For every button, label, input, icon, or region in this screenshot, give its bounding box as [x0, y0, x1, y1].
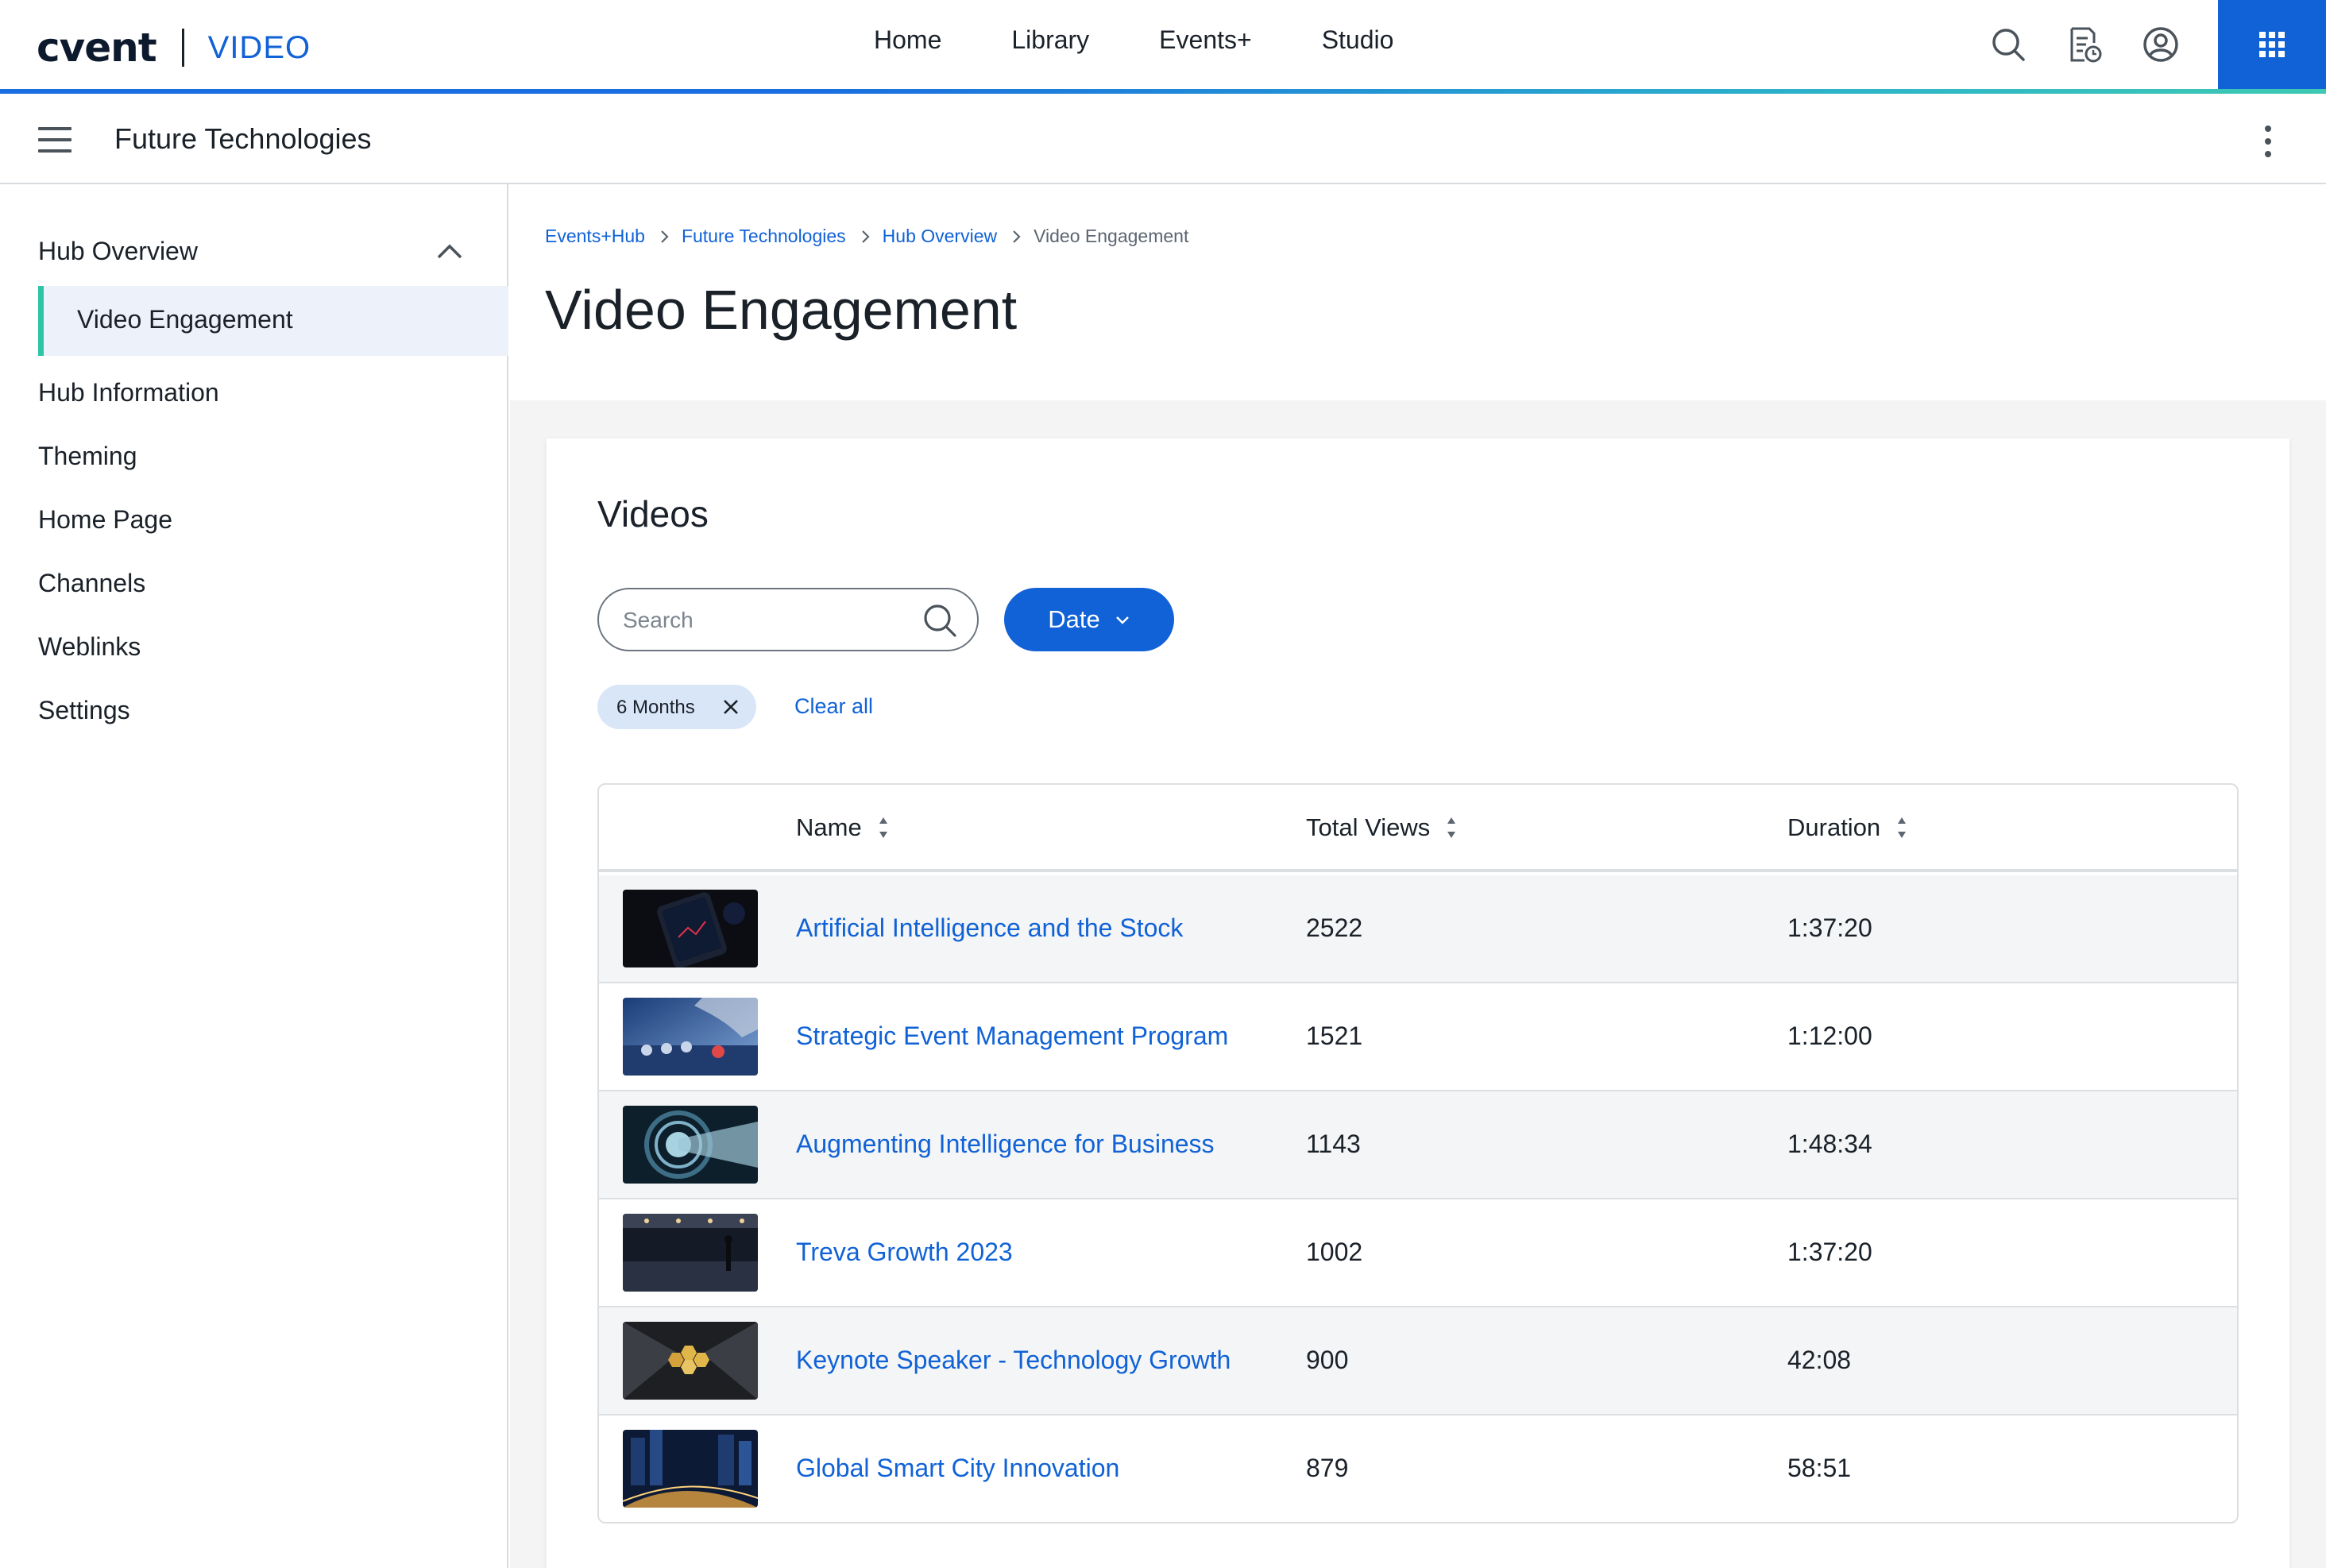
column-header-label: Total Views [1306, 813, 1431, 841]
column-header-label: Duration [1787, 813, 1881, 841]
video-thumbnail[interactable] [623, 998, 758, 1076]
cvent-video-logo[interactable]: cvent VIDEO [37, 24, 311, 71]
page-title: Video Engagement [545, 279, 1018, 341]
sidebar-item-settings[interactable]: Settings [38, 696, 130, 725]
video-thumbnail[interactable] [623, 1106, 758, 1184]
video-thumbnail[interactable] [623, 1214, 758, 1292]
column-header-total-views[interactable]: Total Views [1306, 813, 1457, 842]
video-title-link[interactable]: Keynote Speaker - Technology Growth [796, 1346, 1231, 1375]
main-content: Events+Hub Future Technologies Hub Overv… [510, 184, 2326, 1568]
sidebar-item-video-engagement[interactable]: Video Engagement [38, 286, 508, 356]
chevron-right-icon [861, 230, 870, 243]
filter-chip-label: 6 Months [616, 697, 695, 718]
breadcrumb: Events+Hub Future Technologies Hub Overv… [545, 226, 1188, 247]
apps-grid-button[interactable] [2218, 0, 2326, 89]
video-thumbnail[interactable] [623, 1430, 758, 1508]
search-icon[interactable] [922, 602, 958, 639]
nav-studio[interactable]: Studio [1322, 25, 1394, 55]
table-row[interactable]: Strategic Event Management Program 1521 … [599, 983, 2237, 1091]
breadcrumb-current-page: Video Engagement [1034, 226, 1189, 246]
sidebar-item-channels[interactable]: Channels [38, 569, 145, 598]
hamburger-menu-icon[interactable] [38, 127, 71, 153]
total-views-cell: 1002 [1306, 1238, 1363, 1266]
nav-events-plus[interactable]: Events+ [1159, 25, 1252, 55]
sidebar-item-hub-information[interactable]: Hub Information [38, 378, 219, 407]
chevron-right-icon [1013, 230, 1021, 243]
date-filter-button[interactable]: Date [1004, 588, 1174, 651]
duration-cell: 42:08 [1787, 1346, 1852, 1374]
search-field[interactable] [597, 588, 979, 651]
breadcrumb-events-hub[interactable]: Events+Hub [545, 226, 645, 247]
video-title-link[interactable]: Artificial Intelligence and the Stock [796, 913, 1183, 943]
video-title-link[interactable]: Augmenting Intelligence for Business [796, 1130, 1215, 1159]
nav-library[interactable]: Library [1011, 25, 1089, 55]
primary-nav: Home Library Events+ Studio [874, 25, 1463, 55]
logo-divider [181, 29, 184, 67]
video-thumbnail[interactable] [623, 1322, 758, 1400]
chevron-right-icon [661, 230, 669, 243]
sidebar-item-label: Video Engagement [77, 305, 293, 334]
search-icon[interactable] [1989, 25, 2027, 64]
videos-card: Videos Date 6 Months Clear all [547, 438, 2289, 1568]
page-header: Events+Hub Future Technologies Hub Overv… [510, 184, 2326, 400]
total-views-cell: 1143 [1306, 1130, 1361, 1158]
total-views-cell: 1521 [1306, 1022, 1363, 1050]
videos-table: Name Total Views Duration Artificial Int… [597, 783, 2239, 1524]
videos-card-title: Videos [597, 493, 709, 535]
top-navigation-bar: cvent VIDEO Home Library Events+ Studio [0, 0, 2326, 89]
search-input[interactable] [623, 604, 909, 637]
total-views-cell: 900 [1306, 1346, 1349, 1374]
duration-cell: 1:12:00 [1787, 1022, 1872, 1050]
total-views-cell: 2522 [1306, 913, 1363, 942]
video-thumbnail[interactable] [623, 890, 758, 967]
duration-cell: 1:37:20 [1787, 913, 1872, 942]
hub-sidebar: Hub Overview Video Engagement Hub Inform… [0, 184, 508, 1568]
user-account-icon[interactable] [2142, 25, 2180, 64]
sidebar-item-theming[interactable]: Theming [38, 442, 137, 471]
logo-product-name: VIDEO [207, 29, 311, 65]
duration-cell: 1:37:20 [1787, 1238, 1872, 1266]
sidebar-item-home-page[interactable]: Home Page [38, 505, 172, 535]
hub-title: Future Technologies [114, 122, 372, 155]
hub-header: Future Technologies [0, 94, 2326, 184]
table-row[interactable]: Global Smart City Innovation 879 58:51 [599, 1415, 2237, 1522]
logo-wordmark: cvent [37, 25, 157, 71]
total-views-cell: 879 [1306, 1454, 1349, 1482]
video-title-link[interactable]: Strategic Event Management Program [796, 1022, 1228, 1051]
table-row[interactable]: Artificial Intelligence and the Stock 25… [599, 875, 2237, 983]
video-title-link[interactable]: Global Smart City Innovation [796, 1454, 1119, 1483]
nav-home[interactable]: Home [874, 25, 941, 55]
column-header-duration[interactable]: Duration [1787, 813, 1907, 842]
sidebar-group-hub-overview[interactable]: Hub Overview [38, 237, 198, 266]
column-header-label: Name [796, 813, 862, 841]
date-filter-label: Date [1048, 605, 1100, 633]
scheduled-report-icon[interactable] [2065, 25, 2104, 64]
chevron-down-icon [1115, 616, 1129, 624]
duration-cell: 58:51 [1787, 1454, 1852, 1482]
sort-icon [1447, 817, 1456, 838]
clear-all-filters-link[interactable]: Clear all [794, 694, 873, 719]
sort-icon [1898, 817, 1907, 838]
video-title-link[interactable]: Treva Growth 2023 [796, 1238, 1013, 1267]
chevron-up-icon[interactable] [435, 241, 464, 261]
table-row[interactable]: Augmenting Intelligence for Business 114… [599, 1091, 2237, 1199]
column-header-name[interactable]: Name [796, 813, 889, 842]
breadcrumb-future-technologies[interactable]: Future Technologies [682, 226, 846, 247]
table-row[interactable]: Treva Growth 2023 1002 1:37:20 [599, 1199, 2237, 1307]
duration-cell: 1:48:34 [1787, 1130, 1872, 1158]
table-header: Name Total Views Duration [599, 785, 2237, 872]
sort-icon [879, 817, 887, 838]
more-options-icon[interactable] [2256, 126, 2280, 157]
apps-grid-icon [2259, 32, 2285, 57]
active-filter-chip[interactable]: 6 Months [597, 685, 756, 729]
table-row[interactable]: Keynote Speaker - Technology Growth 900 … [599, 1307, 2237, 1415]
close-icon[interactable] [721, 697, 740, 716]
sidebar-item-weblinks[interactable]: Weblinks [38, 632, 141, 662]
breadcrumb-hub-overview[interactable]: Hub Overview [883, 226, 997, 247]
